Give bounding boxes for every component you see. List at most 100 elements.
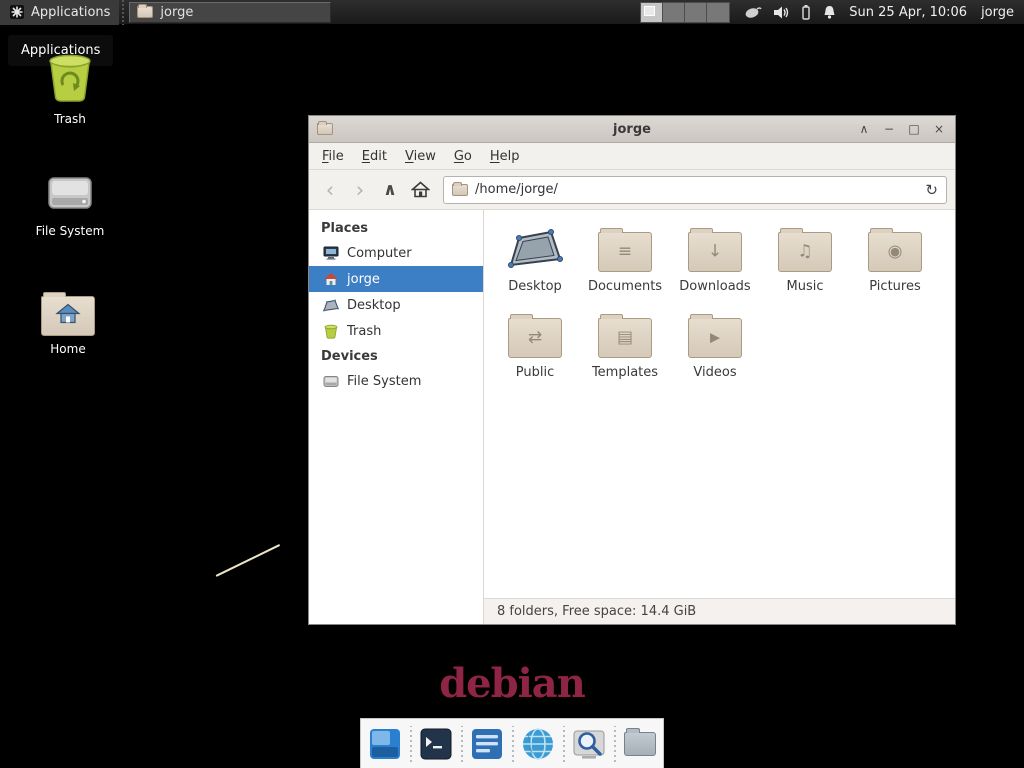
desktop-icon-label: Trash <box>54 112 86 126</box>
volume-icon[interactable] <box>773 5 790 20</box>
dock-panel <box>360 718 664 768</box>
workspace-pager <box>640 2 730 23</box>
menu-view[interactable]: View <box>396 145 445 168</box>
folder-icon: ◉ <box>868 232 922 272</box>
desktop-icon-trash[interactable]: Trash <box>20 52 120 126</box>
mouse-icon[interactable] <box>744 5 762 19</box>
path-text[interactable]: /home/jorge/ <box>475 182 918 197</box>
applications-menu-button[interactable]: Applications <box>0 0 119 25</box>
file-item-label: Public <box>516 365 554 380</box>
taskbar-window-label: jorge <box>160 5 193 20</box>
workspace-4[interactable] <box>707 3 729 22</box>
file-item-label: Videos <box>693 365 736 380</box>
titlebar[interactable]: jorge ∧ − □ × <box>309 116 955 143</box>
file-item-public[interactable]: ⇄ Public <box>490 310 580 380</box>
back-button[interactable]: ‹ <box>317 177 343 203</box>
desktop[interactable]: Applications jorge <box>0 0 1024 768</box>
file-manager-window[interactable]: jorge ∧ − □ × File Edit View Go Help ‹ ›… <box>308 115 956 625</box>
menu-edit[interactable]: Edit <box>353 145 396 168</box>
stray-line <box>216 544 281 577</box>
folder-icon <box>137 6 153 18</box>
web-browser-launcher[interactable] <box>520 726 556 762</box>
file-item-desktop[interactable]: Desktop <box>490 224 580 294</box>
file-manager-launcher[interactable] <box>622 726 658 762</box>
dock-separator <box>612 726 617 762</box>
path-folder-icon <box>452 184 468 196</box>
workspace-3[interactable] <box>685 3 707 22</box>
sidebar-item-label: Trash <box>347 324 381 339</box>
dock-separator <box>459 726 464 762</box>
notifications-bell-icon[interactable] <box>822 4 837 20</box>
desktop-icon-label: File System <box>36 224 105 238</box>
folder-icon: ▤ <box>598 318 652 358</box>
menu-file[interactable]: File <box>313 145 353 168</box>
folder-icon: ↓ <box>688 232 742 272</box>
sidebar-item-label: jorge <box>347 272 380 287</box>
folder-icon: ⇄ <box>508 318 562 358</box>
computer-icon <box>323 245 339 261</box>
dock-separator <box>408 726 413 762</box>
sidebar: Places Computer jorge <box>309 210 484 624</box>
sidebar-item-computer[interactable]: Computer <box>309 240 483 266</box>
sidebar-item-label: File System <box>347 374 421 389</box>
file-item-templates[interactable]: ▤ Templates <box>580 310 670 380</box>
sidebar-item-trash[interactable]: Trash <box>309 318 483 344</box>
file-item-videos[interactable]: ▶ Videos <box>670 310 760 380</box>
taskbar-window-button[interactable]: jorge <box>129 2 331 23</box>
sidebar-item-jorge[interactable]: jorge <box>309 266 483 292</box>
workspace-2[interactable] <box>663 3 685 22</box>
desktop-icon-home[interactable]: Home <box>18 296 118 356</box>
home-button[interactable] <box>407 177 433 203</box>
path-bar[interactable]: /home/jorge/ ↻ <box>443 176 947 204</box>
menu-go[interactable]: Go <box>445 145 481 168</box>
folder-icon: ▶ <box>688 318 742 358</box>
sidebar-item-desktop[interactable]: Desktop <box>309 292 483 318</box>
forward-button[interactable]: › <box>347 177 373 203</box>
camera-emblem-icon: ◉ <box>869 244 921 261</box>
statusbar: 8 folders, Free space: 14.4 GiB <box>484 598 955 624</box>
file-item-label: Templates <box>592 365 658 380</box>
dock-separator <box>561 726 566 762</box>
workspace-1[interactable] <box>641 3 663 22</box>
video-emblem-icon: ▶ <box>689 332 741 345</box>
file-item-documents[interactable]: ≡ Documents <box>580 224 670 294</box>
templates-emblem-icon: ▤ <box>599 330 651 347</box>
home-folder-icon <box>41 296 95 336</box>
sidebar-item-file-system[interactable]: File System <box>309 368 483 394</box>
sidebar-item-label: Computer <box>347 246 412 261</box>
places-header: Places <box>309 216 483 240</box>
show-desktop-launcher[interactable] <box>367 726 403 762</box>
text-editor-launcher[interactable] <box>469 726 505 762</box>
up-button[interactable]: ∧ <box>377 177 403 203</box>
minimize-button[interactable]: − <box>881 121 897 137</box>
desktop-icon-file-system[interactable]: File System <box>20 172 120 238</box>
terminal-icon <box>419 727 453 761</box>
file-view[interactable]: Desktop ≡ Documents ↓ Downloads ♫ Music <box>484 210 955 624</box>
maximize-button[interactable]: □ <box>906 121 922 137</box>
app-finder-launcher[interactable] <box>571 726 607 762</box>
power-icon[interactable] <box>801 4 811 20</box>
globe-icon <box>521 727 555 761</box>
menu-help[interactable]: Help <box>481 145 529 168</box>
file-item-label: Downloads <box>679 279 750 294</box>
documents-emblem-icon: ≡ <box>599 244 651 261</box>
top-panel: Applications jorge <box>0 0 1024 25</box>
workspace-window-thumb <box>644 6 655 16</box>
shade-button[interactable]: ∧ <box>856 121 872 137</box>
file-item-label: Music <box>787 279 824 294</box>
trash-icon <box>46 52 94 106</box>
file-item-pictures[interactable]: ◉ Pictures <box>850 224 940 294</box>
file-item-music[interactable]: ♫ Music <box>760 224 850 294</box>
panel-handle[interactable] <box>119 0 127 25</box>
menubar: File Edit View Go Help <box>309 143 955 170</box>
terminal-launcher[interactable] <box>418 726 454 762</box>
home-icon <box>323 271 339 287</box>
toolbar: ‹ › ∧ /home/jorge/ ↻ <box>309 170 955 210</box>
close-button[interactable]: × <box>931 121 947 137</box>
devices-header: Devices <box>309 344 483 368</box>
reload-button[interactable]: ↻ <box>925 181 938 199</box>
clock[interactable]: Sun 25 Apr, 10:06 <box>849 5 967 20</box>
panel-username[interactable]: jorge <box>981 5 1014 20</box>
debian-logo: debian <box>0 660 1024 707</box>
file-item-downloads[interactable]: ↓ Downloads <box>670 224 760 294</box>
